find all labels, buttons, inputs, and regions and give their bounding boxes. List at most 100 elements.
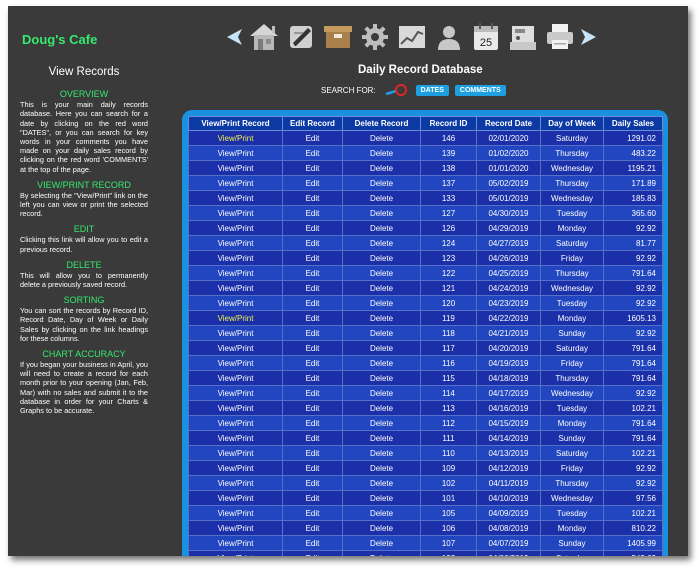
edit-link[interactable]: Edit bbox=[282, 415, 343, 431]
delete-link[interactable]: Delete bbox=[342, 490, 421, 506]
view-print-link[interactable]: View/Print bbox=[188, 325, 283, 341]
view-print-link[interactable]: View/Print bbox=[188, 175, 283, 191]
view-print-link[interactable]: View/Print bbox=[188, 295, 283, 311]
delete-link[interactable]: Delete bbox=[342, 160, 421, 176]
col-header-record-date[interactable]: Record Date bbox=[476, 116, 541, 131]
col-header-daily-sales[interactable]: Daily Sales bbox=[603, 116, 663, 131]
edit-link[interactable]: Edit bbox=[282, 175, 343, 191]
edit-link[interactable]: Edit bbox=[282, 310, 343, 326]
edit-link[interactable]: Edit bbox=[282, 475, 343, 491]
delete-link[interactable]: Delete bbox=[342, 385, 421, 401]
view-print-link[interactable]: View/Print bbox=[188, 415, 283, 431]
view-print-link[interactable]: View/Print bbox=[188, 220, 283, 236]
view-print-link[interactable]: View/Print bbox=[188, 430, 283, 446]
delete-link[interactable]: Delete bbox=[342, 265, 421, 281]
edit-link[interactable]: Edit bbox=[282, 430, 343, 446]
view-print-link[interactable]: View/Print bbox=[188, 505, 283, 521]
dates-search-button[interactable]: DATES bbox=[415, 84, 449, 96]
edit-link[interactable]: Edit bbox=[282, 145, 343, 161]
view-print-link[interactable]: View/Print bbox=[188, 310, 283, 326]
delete-link[interactable]: Delete bbox=[342, 370, 421, 386]
view-print-link[interactable]: View/Print bbox=[188, 145, 283, 161]
view-print-link[interactable]: View/Print bbox=[188, 250, 283, 266]
home-icon[interactable] bbox=[246, 19, 282, 55]
view-print-link[interactable]: View/Print bbox=[188, 235, 283, 251]
edit-link[interactable]: Edit bbox=[282, 160, 343, 176]
view-print-link[interactable]: View/Print bbox=[188, 550, 283, 556]
delete-link[interactable]: Delete bbox=[342, 460, 421, 476]
delete-link[interactable]: Delete bbox=[342, 550, 421, 556]
edit-link[interactable]: Edit bbox=[282, 550, 343, 556]
edit-link[interactable]: Edit bbox=[282, 220, 343, 236]
edit-link[interactable]: Edit bbox=[282, 235, 343, 251]
view-print-link[interactable]: View/Print bbox=[188, 340, 283, 356]
edit-link[interactable]: Edit bbox=[282, 265, 343, 281]
chart-icon[interactable] bbox=[394, 19, 430, 55]
view-print-link[interactable]: View/Print bbox=[188, 370, 283, 386]
edit-link[interactable]: Edit bbox=[282, 505, 343, 521]
delete-link[interactable]: Delete bbox=[342, 355, 421, 371]
delete-link[interactable]: Delete bbox=[342, 310, 421, 326]
edit-link[interactable]: Edit bbox=[282, 490, 343, 506]
view-print-link[interactable]: View/Print bbox=[188, 130, 283, 146]
view-print-link[interactable]: View/Print bbox=[188, 355, 283, 371]
edit-link[interactable]: Edit bbox=[282, 295, 343, 311]
view-print-link[interactable]: View/Print bbox=[188, 160, 283, 176]
view-print-link[interactable]: View/Print bbox=[188, 460, 283, 476]
edit-link[interactable]: Edit bbox=[282, 190, 343, 206]
edit-link[interactable]: Edit bbox=[282, 370, 343, 386]
delete-link[interactable]: Delete bbox=[342, 235, 421, 251]
delete-link[interactable]: Delete bbox=[342, 190, 421, 206]
edit-link[interactable]: Edit bbox=[282, 355, 343, 371]
view-print-link[interactable]: View/Print bbox=[188, 400, 283, 416]
view-print-link[interactable]: View/Print bbox=[188, 190, 283, 206]
delete-link[interactable]: Delete bbox=[342, 250, 421, 266]
delete-link[interactable]: Delete bbox=[342, 145, 421, 161]
delete-link[interactable]: Delete bbox=[342, 280, 421, 296]
view-print-link[interactable]: View/Print bbox=[188, 280, 283, 296]
edit-link[interactable]: Edit bbox=[282, 535, 343, 551]
view-print-link[interactable]: View/Print bbox=[188, 205, 283, 221]
back-arrow-icon[interactable] bbox=[223, 25, 245, 49]
edit-link[interactable]: Edit bbox=[282, 520, 343, 536]
cash-register-icon[interactable] bbox=[505, 19, 541, 55]
delete-link[interactable]: Delete bbox=[342, 205, 421, 221]
delete-link[interactable]: Delete bbox=[342, 340, 421, 356]
edit-link[interactable]: Edit bbox=[282, 445, 343, 461]
view-print-link[interactable]: View/Print bbox=[188, 535, 283, 551]
edit-link[interactable]: Edit bbox=[282, 250, 343, 266]
edit-link[interactable]: Edit bbox=[282, 130, 343, 146]
edit-link[interactable]: Edit bbox=[282, 385, 343, 401]
delete-link[interactable]: Delete bbox=[342, 415, 421, 431]
calendar-icon[interactable]: 25 bbox=[468, 19, 504, 55]
delete-link[interactable]: Delete bbox=[342, 445, 421, 461]
edit-link[interactable]: Edit bbox=[282, 340, 343, 356]
delete-link[interactable]: Delete bbox=[342, 505, 421, 521]
comments-search-button[interactable]: COMMENTS bbox=[454, 84, 506, 96]
view-print-link[interactable]: View/Print bbox=[188, 490, 283, 506]
edit-record-icon[interactable] bbox=[283, 19, 319, 55]
edit-link[interactable]: Edit bbox=[282, 460, 343, 476]
edit-link[interactable]: Edit bbox=[282, 205, 343, 221]
edit-link[interactable]: Edit bbox=[282, 325, 343, 341]
records-box-icon[interactable] bbox=[320, 19, 356, 55]
edit-link[interactable]: Edit bbox=[282, 280, 343, 296]
settings-gear-icon[interactable] bbox=[357, 19, 393, 55]
delete-link[interactable]: Delete bbox=[342, 430, 421, 446]
printer-icon[interactable] bbox=[542, 19, 578, 55]
forward-arrow-icon[interactable] bbox=[578, 25, 600, 49]
delete-link[interactable]: Delete bbox=[342, 130, 421, 146]
col-header-record-id[interactable]: Record ID bbox=[420, 116, 477, 131]
delete-link[interactable]: Delete bbox=[342, 400, 421, 416]
delete-link[interactable]: Delete bbox=[342, 535, 421, 551]
view-print-link[interactable]: View/Print bbox=[188, 265, 283, 281]
view-print-link[interactable]: View/Print bbox=[188, 445, 283, 461]
delete-link[interactable]: Delete bbox=[342, 220, 421, 236]
delete-link[interactable]: Delete bbox=[342, 520, 421, 536]
col-header-day-of-week[interactable]: Day of Week bbox=[540, 116, 604, 131]
delete-link[interactable]: Delete bbox=[342, 475, 421, 491]
view-print-link[interactable]: View/Print bbox=[188, 475, 283, 491]
view-print-link[interactable]: View/Print bbox=[188, 520, 283, 536]
delete-link[interactable]: Delete bbox=[342, 295, 421, 311]
view-print-link[interactable]: View/Print bbox=[188, 385, 283, 401]
